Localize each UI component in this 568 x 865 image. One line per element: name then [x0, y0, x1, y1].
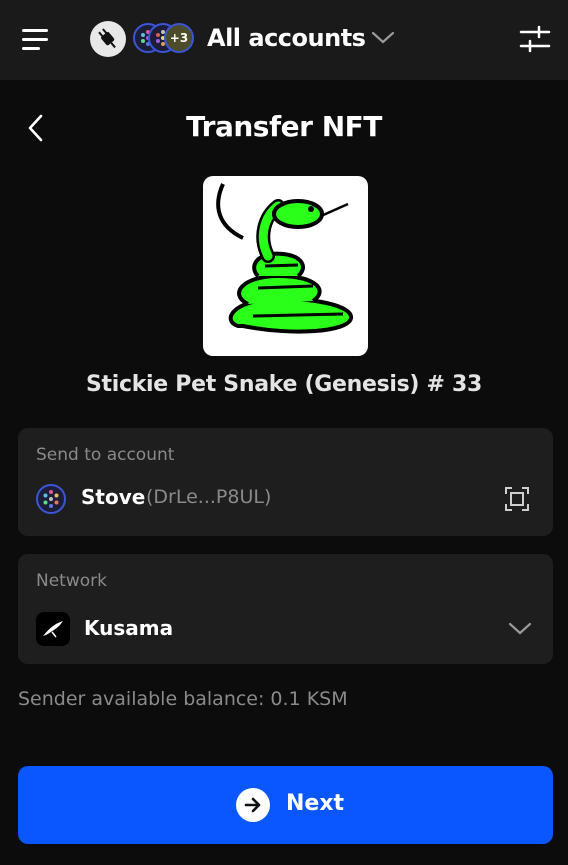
scan-qr-icon[interactable] [504, 486, 530, 512]
next-button[interactable]: Next [18, 766, 553, 844]
more-accounts-badge: +3 [164, 23, 194, 53]
send-to-account-field[interactable]: Send to account Stove (DrLe...P8UL) [18, 428, 553, 536]
kusama-logo-icon [36, 612, 70, 646]
recipient-avatar [36, 484, 66, 514]
next-button-label: Next [286, 791, 345, 816]
top-bar: +3 All accounts [0, 0, 568, 80]
recipient-address: (DrLe...P8UL) [146, 486, 272, 508]
plug-icon[interactable] [90, 21, 126, 57]
chevron-down-icon[interactable] [370, 30, 396, 46]
page-title: Transfer NFT [186, 110, 382, 143]
network-name: Kusama [84, 616, 174, 640]
network-selector[interactable]: Network Kusama [18, 554, 553, 664]
send-to-label: Send to account [36, 445, 175, 465]
sender-balance: Sender available balance: 0.1 KSM [18, 688, 348, 710]
account-avatars[interactable]: +3 [133, 23, 197, 55]
recipient-name: Stove [81, 485, 146, 509]
nft-image [203, 176, 368, 356]
network-label: Network [36, 571, 107, 591]
menu-icon[interactable] [20, 24, 52, 56]
chevron-down-icon[interactable] [507, 621, 533, 637]
nft-name: Stickie Pet Snake (Genesis) # 33 [85, 372, 483, 397]
settings-sliders-icon[interactable] [518, 24, 552, 54]
arrow-right-circle-icon [236, 788, 270, 822]
account-selector-label[interactable]: All accounts [207, 24, 366, 52]
